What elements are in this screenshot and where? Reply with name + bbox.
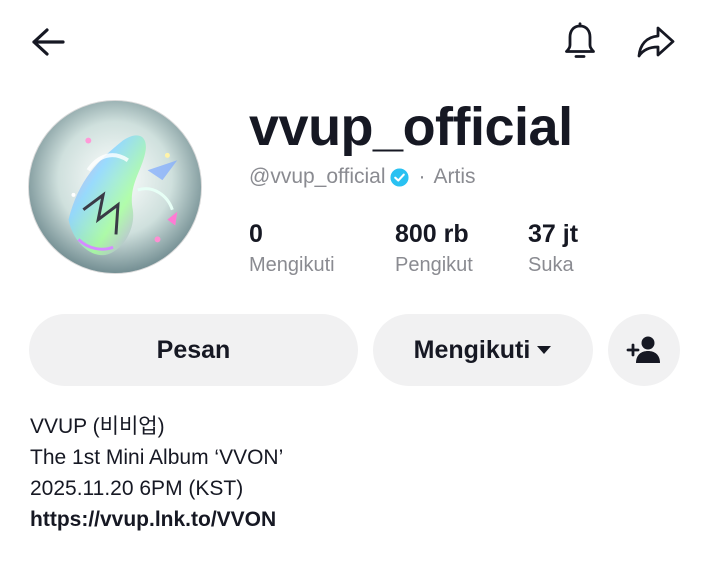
stat-likes[interactable]: 37 jt Suka — [528, 219, 578, 279]
arrow-left-icon — [32, 28, 65, 56]
stat-followers[interactable]: 800 rb Pengikut — [395, 219, 473, 279]
bio-line-album: The 1st Mini Album ‘VVON’ — [30, 446, 284, 469]
stat-followers-count: 800 rb — [395, 220, 469, 248]
share-arrow-icon — [637, 26, 675, 58]
verified-badge-icon — [389, 167, 409, 187]
profile-stats: 0 Mengikuti 800 rb Pengikut 37 jt Suka — [0, 219, 709, 279]
bell-icon — [565, 22, 595, 58]
share-button[interactable] — [633, 20, 679, 64]
add-friend-button[interactable] — [608, 314, 680, 386]
message-button-label: Pesan — [156, 335, 231, 364]
bio-line-artist: VVUP (비비업) — [30, 415, 165, 438]
separator-dot: · — [418, 165, 426, 188]
bio-line-release-date: 2025.11.20 6PM (KST) — [30, 477, 244, 500]
profile-handle: @vvup_official — [249, 165, 386, 188]
profile-category: Artis — [433, 165, 476, 188]
stat-following-count: 0 — [249, 220, 263, 248]
stat-likes-count: 37 jt — [528, 220, 579, 248]
stat-following[interactable]: 0 Mengikuti — [249, 219, 335, 279]
stat-likes-label: Suka — [528, 254, 574, 276]
notification-button[interactable] — [558, 20, 602, 64]
stat-followers-label: Pengikut — [395, 254, 473, 276]
back-button[interactable] — [24, 22, 70, 62]
following-button-label: Mengikuti — [413, 335, 531, 364]
message-button[interactable]: Pesan — [29, 314, 358, 386]
stat-following-label: Mengikuti — [249, 254, 335, 276]
bio-link[interactable]: https://vvup.lnk.to/VVON — [30, 504, 283, 535]
caret-down-icon — [536, 344, 552, 356]
following-button[interactable]: Mengikuti — [373, 314, 593, 386]
profile-username: vvup_official — [249, 97, 573, 157]
profile-handle-row: @vvup_official · Artis — [249, 163, 476, 191]
profile-bio: VVUP (비비업) The 1st Mini Album ‘VVON’ 202… — [30, 411, 283, 535]
top-bar — [0, 0, 709, 90]
add-user-icon — [626, 336, 660, 363]
